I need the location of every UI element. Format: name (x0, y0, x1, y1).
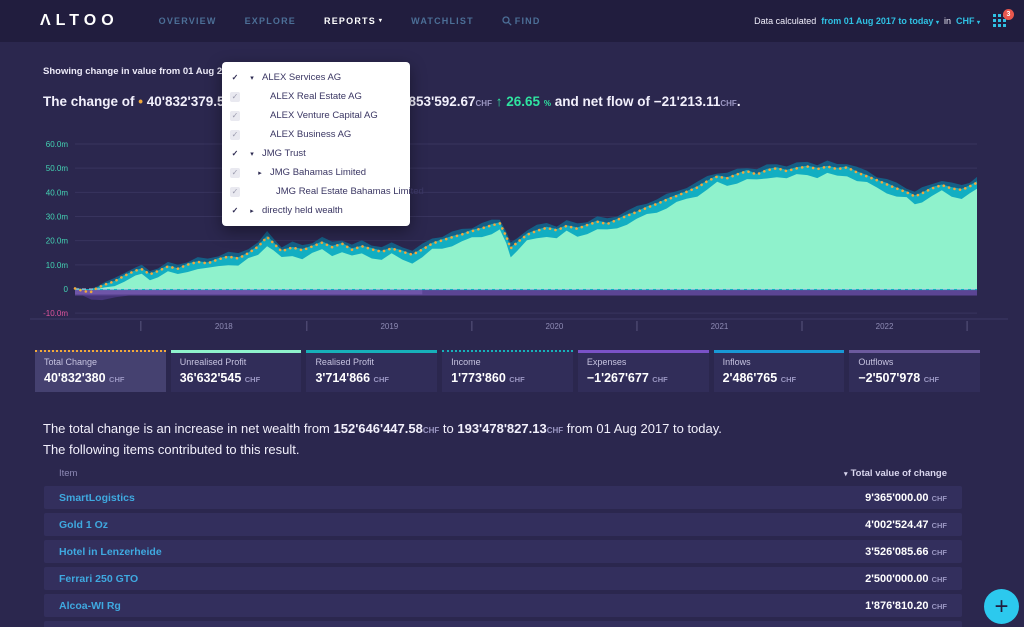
top-nav: ΛLTOO OVERVIEW EXPLORE REPORTS ▾ WATCHLI… (0, 0, 1024, 42)
checkbox-checked-icon[interactable]: ✓ (230, 130, 240, 140)
card-total-change[interactable]: Total Change 40'832'380 CHF (35, 350, 166, 392)
card-outflows[interactable]: Outflows −2'507'978 CHF (849, 350, 980, 392)
table-header: Item ▾Total value of change (44, 468, 962, 479)
column-header-item: Item (59, 468, 77, 479)
card-unrealised-profit[interactable]: Unrealised Profit 36'632'545 CHF (171, 350, 302, 392)
chart-canvas[interactable]: 60.0m 50.0m 40.0m 30.0m 20.0m 10.0m 0 -10.0m 201… (30, 138, 1008, 334)
wealth-change-chart[interactable]: 60.0m 50.0m 40.0m 30.0m 20.0m 10.0m 0 -10.0m 201… (30, 138, 1008, 334)
contributions-table: Item ▾Total value of change SmartLogisti… (44, 468, 962, 627)
apps-grid-icon[interactable]: 3 (993, 14, 1008, 29)
chevron-right-icon[interactable]: ▸ (246, 207, 258, 215)
table-row[interactable]: Gold 1 Oz 4'002'524.47 CHF (44, 513, 962, 536)
up-arrow-icon: ↑ (496, 94, 503, 109)
table-row[interactable]: Alcoa-WI Rg 1'876'810.20 CHF (44, 594, 962, 617)
checkbox-checked-icon[interactable]: ✓ (230, 187, 240, 197)
chevron-down-icon: ▾ (936, 20, 939, 26)
chevron-right-icon[interactable]: ▸ (254, 169, 266, 177)
card-income[interactable]: Income 1'773'860 CHF (442, 350, 573, 392)
chevron-down-icon[interactable]: ▾ (246, 150, 258, 158)
chevron-down-icon: ▾ (977, 20, 980, 26)
summary-cards: Total Change 40'832'380 CHF Unrealised P… (35, 350, 980, 392)
dropdown-item-alex-real-estate[interactable]: ✓ ALEX Real Estate AG (222, 87, 410, 106)
summary-line-1: The total change is an increase in net w… (43, 419, 722, 440)
svg-text:10.0m: 10.0m (46, 261, 69, 270)
total-change-summary: The total change is an increase in net w… (43, 419, 722, 459)
svg-text:2018: 2018 (215, 322, 233, 331)
dropdown-item-jmg-real-estate-bahamas[interactable]: ✓ JMG Real Estate Bahamas Limited (222, 182, 410, 201)
data-calculated-label: Data calculated (754, 16, 816, 26)
dropdown-item-jmg-trust[interactable]: ✓ ▾ JMG Trust (222, 144, 410, 163)
nav-item-explore[interactable]: EXPLORE (245, 16, 296, 26)
checkbox-checked-icon[interactable]: ✓ (230, 73, 240, 83)
chevron-down-icon[interactable]: ▾ (246, 74, 258, 82)
checkbox-checked-icon[interactable]: ✓ (230, 206, 240, 216)
svg-text:40.0m: 40.0m (46, 188, 69, 197)
checkbox-checked-icon[interactable]: ✓ (230, 92, 240, 102)
svg-text:2021: 2021 (711, 322, 729, 331)
item-link[interactable]: Alcoa-WI Rg (59, 600, 121, 612)
svg-text:2020: 2020 (546, 322, 564, 331)
item-link[interactable]: Gold 1 Oz (59, 519, 108, 531)
checkbox-checked-icon[interactable]: ✓ (230, 149, 240, 159)
search-icon (502, 16, 512, 26)
nav-item-reports[interactable]: REPORTS ▾ (324, 16, 383, 26)
chevron-down-icon: ▾ (379, 18, 383, 24)
table-row[interactable]: Alnylam Pharma Rg 1'869'862.17 CHF (44, 621, 962, 627)
item-link[interactable]: Hotel in Lenzerheide (59, 546, 162, 558)
add-button[interactable]: + (984, 589, 1019, 624)
dropdown-item-alex-business[interactable]: ✓ ALEX Business AG (222, 125, 410, 144)
item-link[interactable]: SmartLogistics (59, 492, 135, 504)
dropdown-item-alex-venture-capital[interactable]: ✓ ALEX Venture Capital AG (222, 106, 410, 125)
checkbox-checked-icon[interactable]: ✓ (230, 168, 240, 178)
in-label: in (944, 16, 951, 26)
svg-text:2019: 2019 (380, 322, 398, 331)
nav-item-watchlist[interactable]: WATCHLIST (411, 16, 474, 26)
svg-text:0: 0 (64, 285, 69, 294)
table-row[interactable]: Ferrari 250 GTO 2'500'000.00 CHF (44, 567, 962, 590)
card-realised-profit[interactable]: Realised Profit 3'714'866 CHF (306, 350, 437, 392)
svg-text:20.0m: 20.0m (46, 237, 69, 246)
summary-line-2: The following items contributed to this … (43, 440, 722, 459)
card-expenses[interactable]: Expenses −1'267'677 CHF (578, 350, 709, 392)
checkbox-checked-icon[interactable]: ✓ (230, 111, 240, 121)
date-range-selector[interactable]: from 01 Aug 2017 to today ▾ (821, 16, 939, 26)
nav-item-find[interactable]: FIND (502, 16, 541, 26)
dropdown-item-directly-held-wealth[interactable]: ✓ ▸ directly held wealth (222, 201, 410, 220)
svg-text:-10.0m: -10.0m (43, 309, 68, 318)
dropdown-item-jmg-bahamas[interactable]: ✓ ▸ JMG Bahamas Limited (222, 163, 410, 182)
svg-text:60.0m: 60.0m (46, 140, 69, 149)
sort-down-icon: ▾ (844, 471, 848, 478)
svg-text:50.0m: 50.0m (46, 164, 69, 173)
entity-filter-dropdown: ✓ ▾ ALEX Services AG ✓ ALEX Real Estate … (222, 62, 410, 226)
nav-item-overview[interactable]: OVERVIEW (159, 16, 217, 26)
svg-text:30.0m: 30.0m (46, 212, 69, 221)
notification-badge[interactable]: 3 (1003, 9, 1014, 20)
currency-selector[interactable]: CHF ▾ (956, 16, 980, 26)
card-inflows[interactable]: Inflows 2'486'765 CHF (714, 350, 845, 392)
svg-text:2022: 2022 (876, 322, 894, 331)
item-link[interactable]: Ferrari 250 GTO (59, 573, 138, 585)
data-calculated-bar: Data calculated from 01 Aug 2017 to toda… (754, 14, 1008, 29)
percent-gain: ↑ 26.65 % (496, 94, 551, 109)
column-header-total-value[interactable]: ▾Total value of change (844, 468, 947, 479)
orange-bullet-icon: • (138, 94, 143, 109)
dropdown-item-alex-services[interactable]: ✓ ▾ ALEX Services AG (222, 68, 410, 87)
table-row[interactable]: SmartLogistics 9'365'000.00 CHF (44, 486, 962, 509)
main-menu: OVERVIEW EXPLORE REPORTS ▾ WATCHLIST FIN… (159, 16, 541, 26)
altoo-logo: ΛLTOO (40, 12, 119, 30)
table-row[interactable]: Hotel in Lenzerheide 3'526'085.66 CHF (44, 540, 962, 563)
